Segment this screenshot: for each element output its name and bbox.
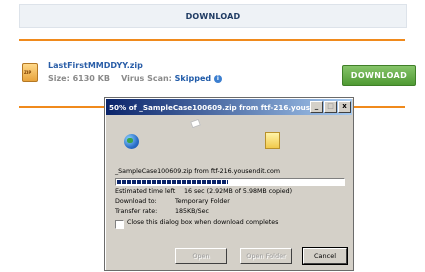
divider bbox=[352, 106, 405, 108]
virus-scan-label: Virus Scan: bbox=[121, 74, 172, 83]
close-button[interactable]: x bbox=[338, 101, 351, 113]
divider bbox=[19, 39, 405, 41]
flying-document-icon bbox=[190, 118, 201, 129]
maximize-button: □ bbox=[324, 101, 337, 113]
size-value: 6130 KB bbox=[72, 74, 110, 83]
estimated-time-value: 16 sec (2.92MB of 5.98MB copied) bbox=[184, 188, 293, 195]
virus-scan-status: Skipped bbox=[174, 74, 212, 83]
folder-icon bbox=[265, 132, 280, 149]
dialog-title: 50% of _SampleCase100609.zip from ftf-21… bbox=[109, 102, 310, 112]
globe-icon bbox=[124, 134, 139, 149]
download-source: _SampleCase100609.zip from ftf-216.youse… bbox=[115, 168, 281, 175]
dialog-titlebar[interactable]: 50% of _SampleCase100609.zip from ftf-21… bbox=[106, 99, 352, 115]
download-to-value: Temporary Folder bbox=[175, 198, 230, 205]
size-label: Size: bbox=[48, 74, 70, 83]
download-progress-bar bbox=[115, 178, 345, 186]
download-button[interactable]: DOWNLOAD bbox=[342, 65, 416, 86]
open-button: Open bbox=[175, 248, 227, 264]
file-name[interactable]: LastFirstMMDDYY.zip bbox=[48, 61, 143, 70]
download-progress-fill bbox=[117, 180, 228, 184]
download-to-label: Download to: bbox=[115, 198, 157, 205]
download-progress-dialog: 50% of _SampleCase100609.zip from ftf-21… bbox=[104, 97, 354, 271]
transfer-rate-label: Transfer rate: bbox=[115, 208, 158, 215]
divider bbox=[19, 106, 104, 108]
info-icon[interactable]: i bbox=[213, 74, 222, 83]
close-when-complete-checkbox[interactable] bbox=[115, 220, 124, 229]
estimated-time-label: Estimated time left bbox=[115, 188, 176, 195]
download-header-label: DOWNLOAD bbox=[185, 11, 241, 21]
cancel-button[interactable]: Cancel bbox=[302, 247, 348, 265]
close-when-complete-label[interactable]: Close this dialog box when download comp… bbox=[127, 219, 278, 226]
download-header-bar: DOWNLOAD bbox=[19, 4, 407, 28]
minimize-button[interactable]: _ bbox=[310, 101, 323, 113]
transfer-rate-value: 185KB/Sec bbox=[175, 208, 209, 215]
file-meta: Size: 6130 KB Virus Scan: Skipped i bbox=[48, 74, 222, 83]
zip-file-icon bbox=[22, 63, 38, 82]
open-folder-button: Open Folder bbox=[240, 248, 292, 264]
